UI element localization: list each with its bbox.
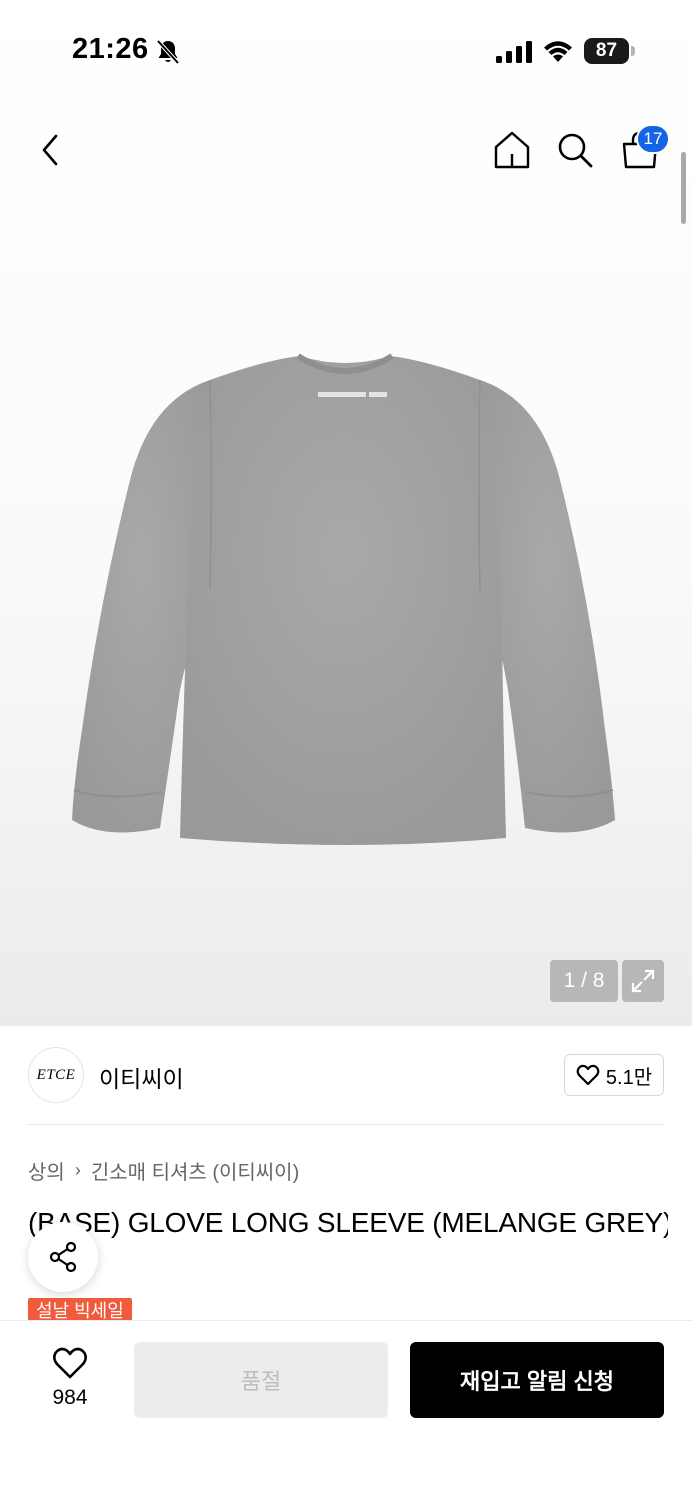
expand-button[interactable] [622,960,664,1002]
breadcrumb: 상의 › 긴소매 티셔츠 (이티씨이) [28,1156,299,1185]
battery-level: 87 [584,38,629,64]
chevron-right-icon: › [74,1160,81,1180]
wifi-icon [544,41,572,62]
battery-icon: 87 [584,38,636,64]
wishlist-count: 984 [52,1386,88,1409]
product-title: (BASE) GLOVE LONG SLEEVE (MELANGE GREY) [28,1207,668,1238]
scrollbar[interactable] [681,152,686,224]
breadcrumb-item-category[interactable]: 상의 [28,1156,65,1185]
sale-badge: 설날 빅세일 [28,1298,132,1322]
cart-count-badge: 17 [636,124,670,154]
share-button[interactable] [28,1222,98,1292]
signal-icon [496,41,532,63]
search-icon[interactable] [556,131,594,169]
battery-cap [631,46,635,56]
brand-logo[interactable]: ETCE [28,1047,84,1103]
product-gallery[interactable]: 21:26 87 17 1 / 8 [0,0,692,1026]
expand-icon [631,969,655,993]
brand-like-button[interactable]: 5.1만 [564,1054,664,1096]
status-bar: 21:26 87 [0,0,692,100]
home-icon[interactable] [492,130,532,170]
product-image[interactable] [60,340,630,860]
brand-like-count: 5.1만 [605,1066,653,1089]
back-icon[interactable] [34,130,68,170]
breadcrumb-item-subcategory[interactable]: 긴소매 티셔츠 (이티씨이) [91,1156,299,1185]
image-counter: 1 / 8 [550,960,618,1002]
divider [28,1124,664,1125]
restock-alert-button[interactable]: 재입고 알림 신청 [410,1342,664,1418]
status-time: 21:26 [72,33,149,65]
bell-off-icon [156,39,180,65]
heart-icon [576,1064,600,1086]
brand-name[interactable]: 이티씨이 [99,1060,184,1094]
soldout-button[interactable]: 품절 [134,1342,388,1418]
wishlist-heart-icon[interactable] [52,1346,88,1380]
brand-logo-text: ETCE [36,1066,76,1083]
share-icon [49,1241,77,1273]
